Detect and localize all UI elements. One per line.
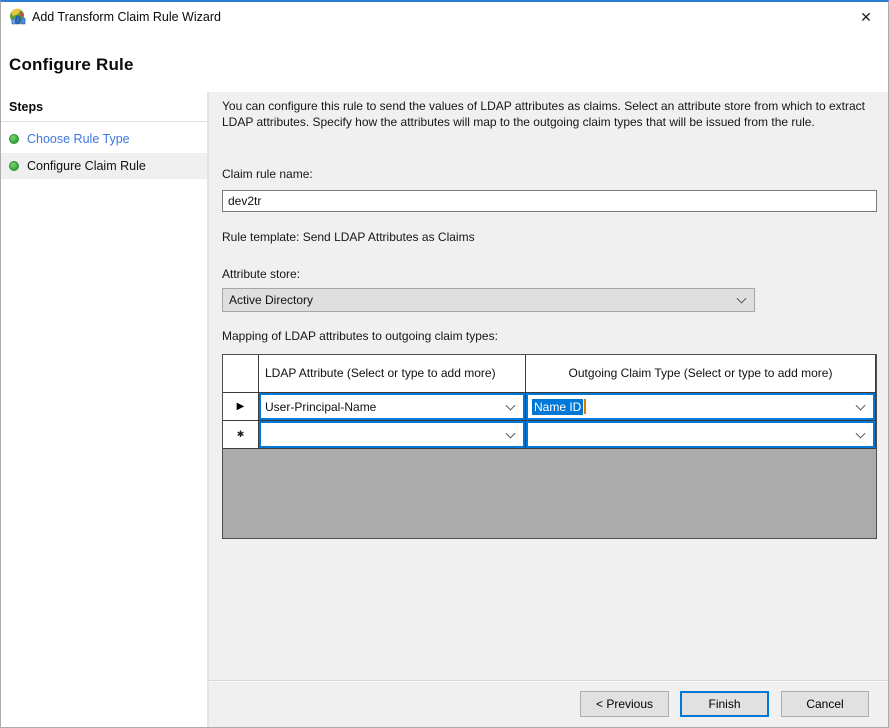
attribute-store-value: Active Directory (229, 293, 313, 307)
sidebar-item-configure-claim-rule[interactable]: Configure Claim Rule (1, 153, 207, 179)
attribute-store-label: Attribute store: (222, 267, 300, 281)
chevron-down-icon (506, 428, 516, 438)
ldap-attribute-value-row1: User-Principal-Name (265, 400, 376, 414)
mapping-grid: LDAP Attribute (Select or type to add mo… (222, 354, 877, 539)
footer-divider (209, 680, 888, 682)
close-icon: ✕ (860, 9, 872, 25)
chevron-down-icon (737, 294, 747, 304)
attribute-store-select[interactable]: Active Directory (222, 288, 755, 312)
step-complete-bullet-icon (9, 134, 19, 144)
step-current-bullet-icon (9, 161, 19, 171)
grid-cell-outgoing-row1: Name ID (526, 393, 876, 421)
outgoing-claim-select-row1[interactable]: Name ID (526, 393, 875, 420)
new-row-asterisk-icon: ✱ (237, 429, 245, 440)
description-text: You can configure this rule to send the … (222, 98, 884, 130)
grid-cell-ldap-row2 (259, 421, 526, 449)
sidebar-item-choose-rule-type[interactable]: Choose Rule Type (1, 126, 207, 151)
finish-button[interactable]: Finish (680, 691, 769, 717)
rule-template-text: Rule template: Send LDAP Attributes as C… (222, 230, 475, 244)
grid-cell-ldap-row1: User-Principal-Name (259, 393, 526, 421)
chevron-down-icon (856, 428, 866, 438)
steps-title: Steps (9, 100, 43, 114)
outgoing-claim-value-row1: Name ID (532, 399, 583, 415)
grid-empty-area (223, 449, 876, 538)
current-row-arrow-icon: ▶ (237, 401, 245, 412)
steps-sidebar: Steps Choose Rule Type Configure Claim R… (1, 92, 209, 727)
wizard-body: Steps Choose Rule Type Configure Claim R… (1, 92, 888, 727)
row-selector-new-row[interactable]: ✱ (223, 421, 259, 449)
grid-header-ldap-attribute: LDAP Attribute (Select or type to add mo… (259, 355, 526, 393)
step-label-configure-claim-rule: Configure Claim Rule (27, 159, 146, 173)
cancel-button[interactable]: Cancel (781, 691, 869, 717)
chevron-down-icon (856, 400, 866, 410)
previous-button[interactable]: < Previous (580, 691, 669, 717)
page-title: Configure Rule (9, 55, 134, 75)
outgoing-claim-select-row2[interactable] (526, 421, 875, 448)
close-button[interactable]: ✕ (850, 3, 882, 31)
ldap-attribute-select-row1[interactable]: User-Principal-Name (259, 393, 525, 420)
text-caret (584, 399, 586, 414)
window-title: Add Transform Claim Rule Wizard (32, 2, 221, 32)
content-panel: You can configure this rule to send the … (209, 92, 888, 727)
step-label-choose-rule-type: Choose Rule Type (27, 132, 130, 146)
grid-header-outgoing-claim-type: Outgoing Claim Type (Select or type to a… (526, 355, 876, 393)
grid-cell-outgoing-row2 (526, 421, 876, 449)
claim-rule-name-input[interactable] (222, 190, 877, 212)
adfs-app-icon (9, 8, 27, 26)
ldap-attribute-select-row2[interactable] (259, 421, 525, 448)
mapping-label: Mapping of LDAP attributes to outgoing c… (222, 329, 498, 343)
grid-corner-cell (223, 355, 259, 393)
title-bar: Add Transform Claim Rule Wizard ✕ (1, 2, 888, 32)
steps-divider (1, 121, 207, 122)
chevron-down-icon (506, 400, 516, 410)
claim-rule-name-label: Claim rule name: (222, 167, 313, 181)
wizard-window: Add Transform Claim Rule Wizard ✕ Config… (0, 0, 889, 728)
row-selector-row1[interactable]: ▶ (223, 393, 259, 421)
